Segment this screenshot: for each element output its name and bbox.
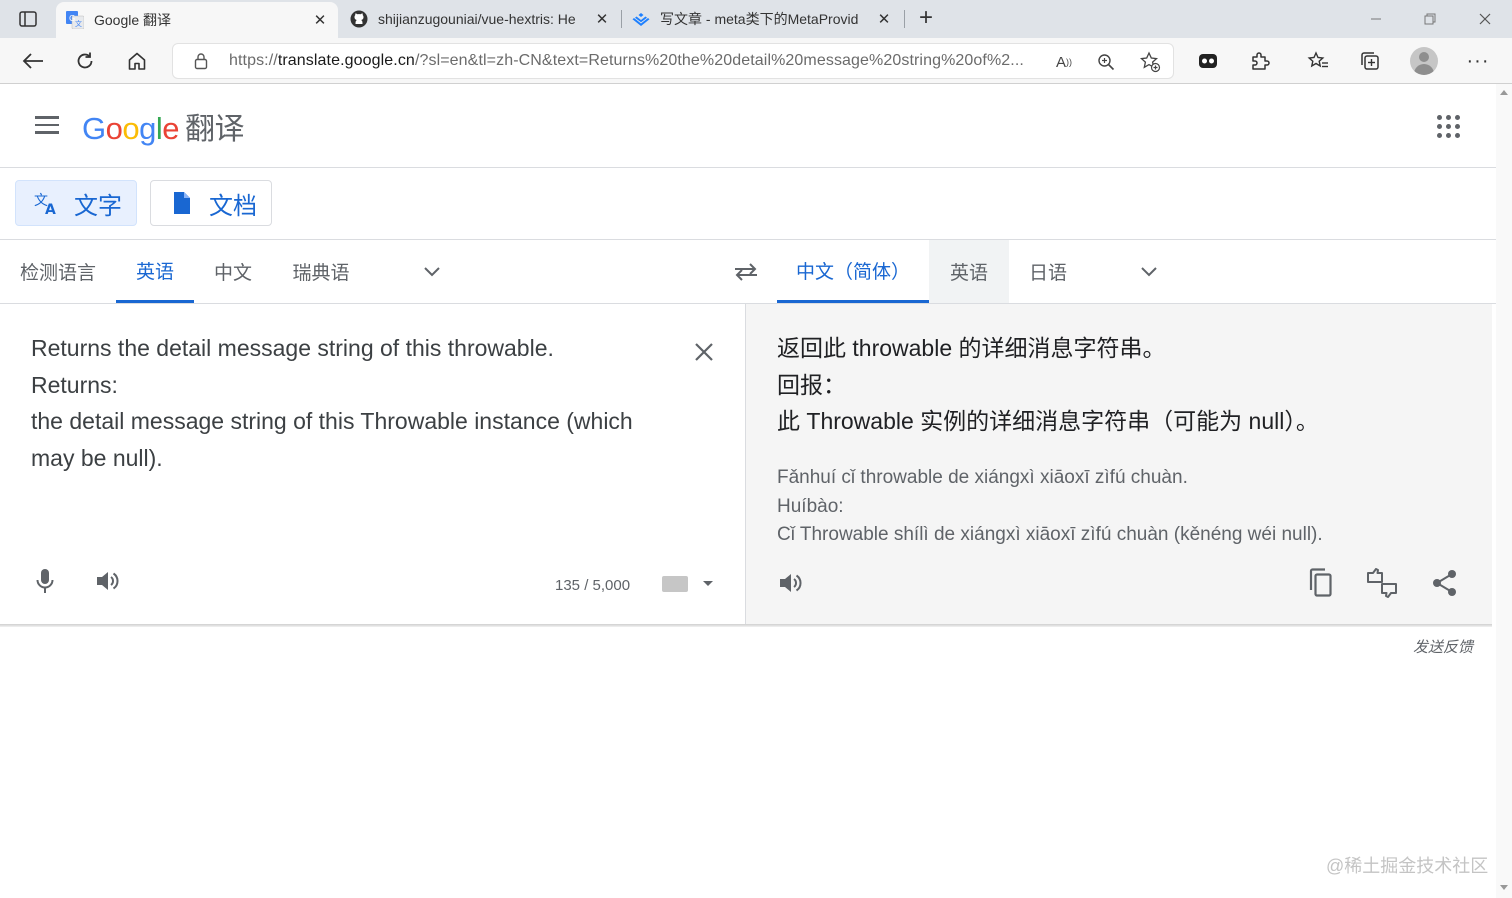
copy-translation-icon[interactable] [1303,566,1337,600]
translation-line: 返回此 throwable 的详细消息字符串。 [777,335,1166,361]
source-text-input[interactable]: Returns the detail message string of thi… [31,330,671,476]
source-lang-chinese[interactable]: 中文 [194,240,272,303]
source-lang-swedish[interactable]: 瑞典语 [272,240,370,303]
extensions-puzzle-icon[interactable] [1244,45,1276,77]
close-window-button[interactable] [1458,0,1512,38]
translit-line: Cǐ Throwable shílì de xiángxì xiāoxī zìf… [777,524,1323,545]
browser-toolbar: https://translate.google.cn/?sl=en&tl=zh… [0,38,1512,84]
close-tab-icon[interactable]: ✕ [594,10,610,28]
input-tools-dropdown-icon[interactable] [703,581,713,586]
source-line: the detail message string of this Throwa… [31,408,633,471]
close-tab-icon[interactable]: ✕ [876,10,892,28]
tab-actions-icon[interactable] [10,5,46,33]
language-bar: 检测语言 英语 中文 瑞典语 中文（简体） 英语 日语 [0,240,1496,304]
scroll-up-arrow-icon[interactable] [1500,90,1508,95]
main-menu-icon[interactable] [30,110,64,140]
documents-mode-label: 文档 [209,192,257,220]
home-icon[interactable] [121,45,153,77]
transliteration: Fǎnhuí cǐ throwable de xiángxì xiāoxī zì… [777,464,1457,550]
swap-languages-icon[interactable] [730,258,762,286]
translation-panel: 返回此 throwable 的详细消息字符串。 回报： 此 Throwable … [746,304,1492,625]
tab-title: 写文章 - meta类下的MetaProvid [660,11,859,27]
google-translate-logo[interactable]: Google 翻译 [82,104,245,148]
send-feedback-link[interactable]: 发送反馈 [1413,636,1473,657]
add-favorite-icon[interactable] [1135,47,1165,77]
browser-tab-google-translate[interactable]: G文 Google 翻译 ✕ [56,2,338,38]
product-name: 翻译 [185,113,245,146]
address-bar[interactable]: https://translate.google.cn/?sl=en&tl=zh… [172,43,1174,79]
page-scrollbar[interactable] [1496,84,1512,898]
target-lang-more-chevron-icon[interactable] [1137,260,1161,284]
text-mode-label: 文字 [74,192,122,220]
translate-icon: 文A [34,190,60,216]
translation-speaker-icon[interactable] [774,566,808,600]
translation-mode-bar: 文A 文字 文档 [0,168,1496,240]
google-translate-page: Google 翻译 文A 文字 文档 检测语言 英语 中文 瑞典语 中文（简体） … [0,84,1496,898]
scroll-down-arrow-icon[interactable] [1500,885,1508,890]
site-header: Google 翻译 [0,84,1496,168]
juejin-icon [632,10,650,28]
translit-line: Huíbào: [777,495,844,517]
new-tab-button[interactable]: + [912,5,940,33]
zoom-icon[interactable] [1091,47,1121,77]
character-count: 135 / 5,000 [555,577,631,594]
lock-icon[interactable] [191,52,211,70]
browser-tab-github[interactable]: shijianzugouniai/vue-hextris: He ✕ [340,0,620,38]
collections-icon[interactable] [1354,45,1386,77]
svg-text:A: A [45,202,56,215]
source-lang-more-chevron-icon[interactable] [420,260,444,284]
close-tab-icon[interactable]: ✕ [312,11,328,29]
back-icon[interactable] [17,45,49,77]
tab-title: Google 翻译 [94,12,172,28]
documents-mode-button[interactable]: 文档 [150,180,272,226]
watermark: @稀土掘金技术社区 [1326,856,1489,876]
google-translate-icon: G文 [66,11,84,29]
source-lang-english[interactable]: 英语 [116,240,194,303]
favorites-icon[interactable] [1302,45,1334,77]
source-line: Returns: [31,371,118,398]
translit-line: Fǎnhuí cǐ throwable de xiángxì xiāoxī zì… [777,467,1188,488]
share-translation-icon[interactable] [1428,566,1462,600]
extension-icon[interactable] [1192,45,1224,77]
browser-tab-juejin[interactable]: 写文章 - meta类下的MetaProvid ✕ [622,0,902,38]
source-line: Returns the detail message string of thi… [31,335,554,361]
browser-tab-bar: G文 Google 翻译 ✕ shijianzugouniai/vue-hext… [0,0,1512,38]
panels-shadow-divider [0,624,1492,627]
svg-text:文: 文 [75,19,82,28]
target-lang-chinese-simplified[interactable]: 中文（简体） [777,240,929,303]
refresh-icon[interactable] [69,45,101,77]
translation-output: 返回此 throwable 的详细消息字符串。 回报： 此 Throwable … [777,330,1457,440]
text-mode-button[interactable]: 文A 文字 [15,180,137,226]
minimize-button[interactable] [1349,0,1403,38]
restore-button[interactable] [1403,0,1457,38]
translation-line: 此 Throwable 实例的详细消息字符串（可能为 null）。 [777,408,1319,434]
rate-translation-icon[interactable] [1365,566,1399,600]
github-icon [350,10,368,28]
target-lang-english[interactable]: 英语 [929,240,1009,303]
translation-line: 回报： [777,371,846,398]
document-icon [169,190,195,216]
google-apps-icon[interactable] [1430,108,1466,144]
tab-title: shijianzugouniai/vue-hextris: He [378,11,576,27]
microphone-icon[interactable] [30,566,60,596]
url-text[interactable]: https://translate.google.cn/?sl=en&tl=zh… [229,52,1043,70]
keyboard-icon[interactable] [662,576,688,592]
clear-source-icon[interactable] [690,338,718,366]
more-menu-icon[interactable]: ··· [1462,45,1494,77]
source-lang-detect[interactable]: 检测语言 [0,240,116,303]
read-aloud-icon[interactable]: A)) [1049,47,1079,77]
source-panel: Returns the detail message string of thi… [0,304,746,625]
target-lang-japanese[interactable]: 日语 [1009,240,1087,303]
source-speaker-icon[interactable] [93,566,123,596]
tab-separator [904,10,905,28]
profile-avatar[interactable] [1410,47,1438,75]
